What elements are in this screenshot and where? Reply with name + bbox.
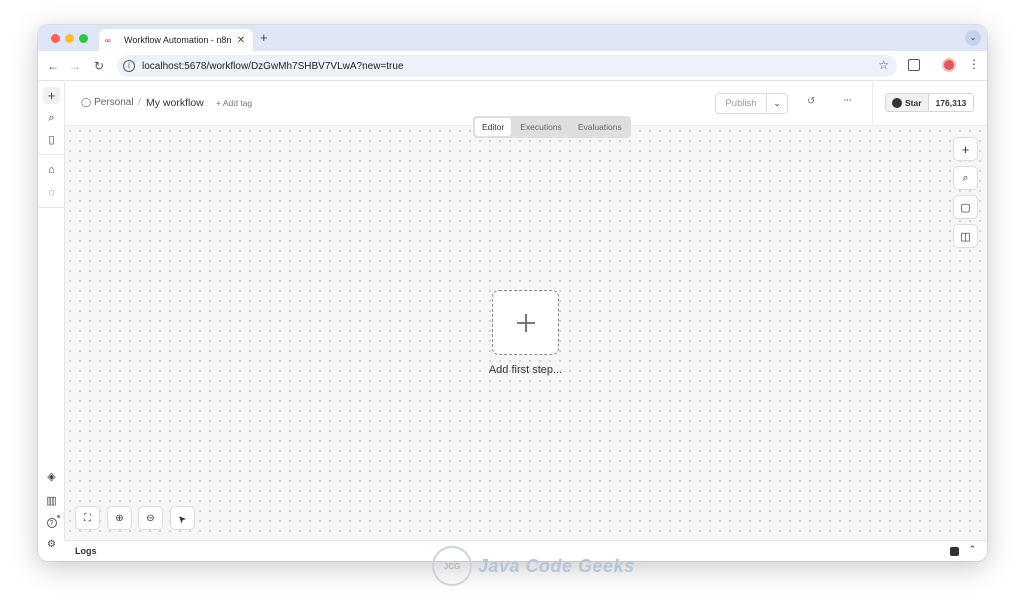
close-tab-icon[interactable]: ✕: [235, 35, 247, 46]
publish-dropdown-button[interactable]: ⌄: [766, 94, 787, 113]
view-tabs: Editor Executions Evaluations: [473, 116, 631, 138]
fit-view-icon: ⛶: [84, 512, 91, 524]
star-count[interactable]: 176,313: [928, 94, 974, 111]
cursor-icon: ➤: [175, 511, 190, 525]
address-bar: ← → ↻ i localhost:5678/workflow/DzGwMh7S…: [38, 51, 987, 81]
header-divider: [872, 82, 873, 126]
panel-icon: ◫: [960, 230, 971, 243]
maximize-window-button[interactable]: [79, 34, 88, 43]
add-tag-button[interactable]: + Add tag: [216, 98, 252, 108]
add-node-button[interactable]: +: [953, 137, 978, 161]
workflow-name[interactable]: My workflow: [146, 97, 204, 109]
left-sidebar: + ⌕ ▯ ⌂ ◌ ◈ ▥ ?: [38, 82, 65, 540]
github-star-button[interactable]: Star: [886, 94, 929, 111]
toggle-panel-button[interactable]: ◫: [953, 224, 978, 248]
java-code-geeks-logo-icon: JCG: [432, 546, 472, 586]
profile-avatar[interactable]: [942, 58, 956, 72]
tab-evaluations[interactable]: Evaluations: [571, 118, 629, 136]
breadcrumb-project[interactable]: ◯ Personal: [81, 97, 134, 108]
zoom-out-icon: ⊖: [146, 512, 155, 524]
more-options-icon[interactable]: ···: [843, 94, 852, 106]
tidy-up-button[interactable]: ➤: [170, 506, 195, 530]
forward-button[interactable]: →: [68, 59, 82, 73]
person-icon: ◯: [81, 97, 92, 107]
watermark-text: Java Code Geeks: [478, 555, 635, 576]
tab-executions[interactable]: Executions: [513, 118, 569, 136]
history-icon[interactable]: ↺: [807, 96, 815, 107]
minimize-window-button[interactable]: [65, 34, 74, 43]
help-icon: ?: [46, 517, 57, 528]
browser-window: ∞ Workflow Automation - n8n ✕ + ⌄ ← → ↻ …: [38, 25, 987, 561]
add-first-step-button[interactable]: [492, 290, 559, 355]
sidebar-divider: [38, 207, 65, 208]
plus-icon[interactable]: +: [43, 87, 60, 104]
plus-icon: +: [961, 141, 970, 157]
extensions-icon[interactable]: [908, 59, 920, 71]
n8n-app: + ⌕ ▯ ⌂ ◌ ◈ ▥ ? ◯ Personal / My workflow…: [38, 82, 987, 561]
publish-group: Publish ⌄: [715, 93, 788, 114]
star-label: Star: [905, 97, 922, 108]
panel-icon[interactable]: ▯: [43, 131, 60, 148]
search-nodes-button[interactable]: ⌕: [953, 166, 978, 190]
site-info-icon[interactable]: i: [123, 60, 135, 72]
templates-icon[interactable]: ◈: [43, 468, 60, 485]
search-icon: ⌕: [962, 171, 969, 184]
workflow-canvas[interactable]: Editor Executions Evaluations + ⌕ ▢ ◫ Ad…: [65, 116, 987, 540]
watermark: JCG Java Code Geeks: [432, 546, 635, 586]
logs-label[interactable]: Logs: [75, 546, 97, 556]
chevron-up-icon[interactable]: ⌃: [968, 544, 976, 555]
browser-menu-icon[interactable]: ⋮: [968, 57, 980, 71]
tab-title: Workflow Automation - n8n: [124, 35, 232, 45]
bookmark-star-icon[interactable]: ☆: [878, 58, 889, 72]
sticky-note-icon: ▢: [960, 201, 971, 214]
github-icon: [892, 97, 902, 108]
breadcrumb-separator: /: [138, 96, 142, 108]
add-sticky-button[interactable]: ▢: [953, 195, 978, 219]
tab-editor[interactable]: Editor: [475, 118, 512, 136]
chat-icon[interactable]: ◌: [43, 184, 60, 201]
browser-tab[interactable]: ∞ Workflow Automation - n8n ✕: [99, 29, 253, 51]
tab-search-button[interactable]: ⌄: [965, 30, 981, 46]
publish-button[interactable]: Publish: [716, 94, 766, 113]
back-button[interactable]: ←: [46, 59, 60, 73]
reload-button[interactable]: ↻: [92, 59, 106, 73]
close-window-button[interactable]: [51, 34, 60, 43]
url-text: localhost:5678/workflow/DzGwMh7SHBV7VLwA…: [142, 60, 404, 72]
add-first-step-label: Add first step...: [488, 364, 563, 376]
zoom-in-icon: ⊕: [115, 512, 124, 524]
tab-strip: ∞ Workflow Automation - n8n ✕ + ⌄: [38, 25, 987, 51]
search-icon[interactable]: ⌕: [43, 110, 60, 127]
help-button[interactable]: ?: [43, 514, 60, 531]
url-field[interactable]: i localhost:5678/workflow/DzGwMh7SHBV7VL…: [117, 55, 897, 77]
home-icon[interactable]: ⌂: [43, 161, 60, 178]
zoom-out-button[interactable]: ⊖: [138, 506, 163, 530]
zoom-in-button[interactable]: ⊕: [107, 506, 132, 530]
settings-icon[interactable]: ⚙: [43, 536, 60, 553]
zoom-to-fit-button[interactable]: ⛶: [75, 506, 100, 530]
sidebar-divider: [38, 154, 65, 155]
new-tab-button[interactable]: +: [260, 30, 268, 45]
project-name: Personal: [94, 97, 134, 108]
notification-dot: [57, 515, 60, 518]
popout-icon[interactable]: [950, 547, 959, 556]
n8n-favicon-icon: ∞: [105, 35, 111, 45]
github-star-group[interactable]: Star 176,313: [885, 93, 975, 112]
plus-icon: [516, 313, 535, 332]
insights-icon[interactable]: ▥: [43, 492, 60, 509]
